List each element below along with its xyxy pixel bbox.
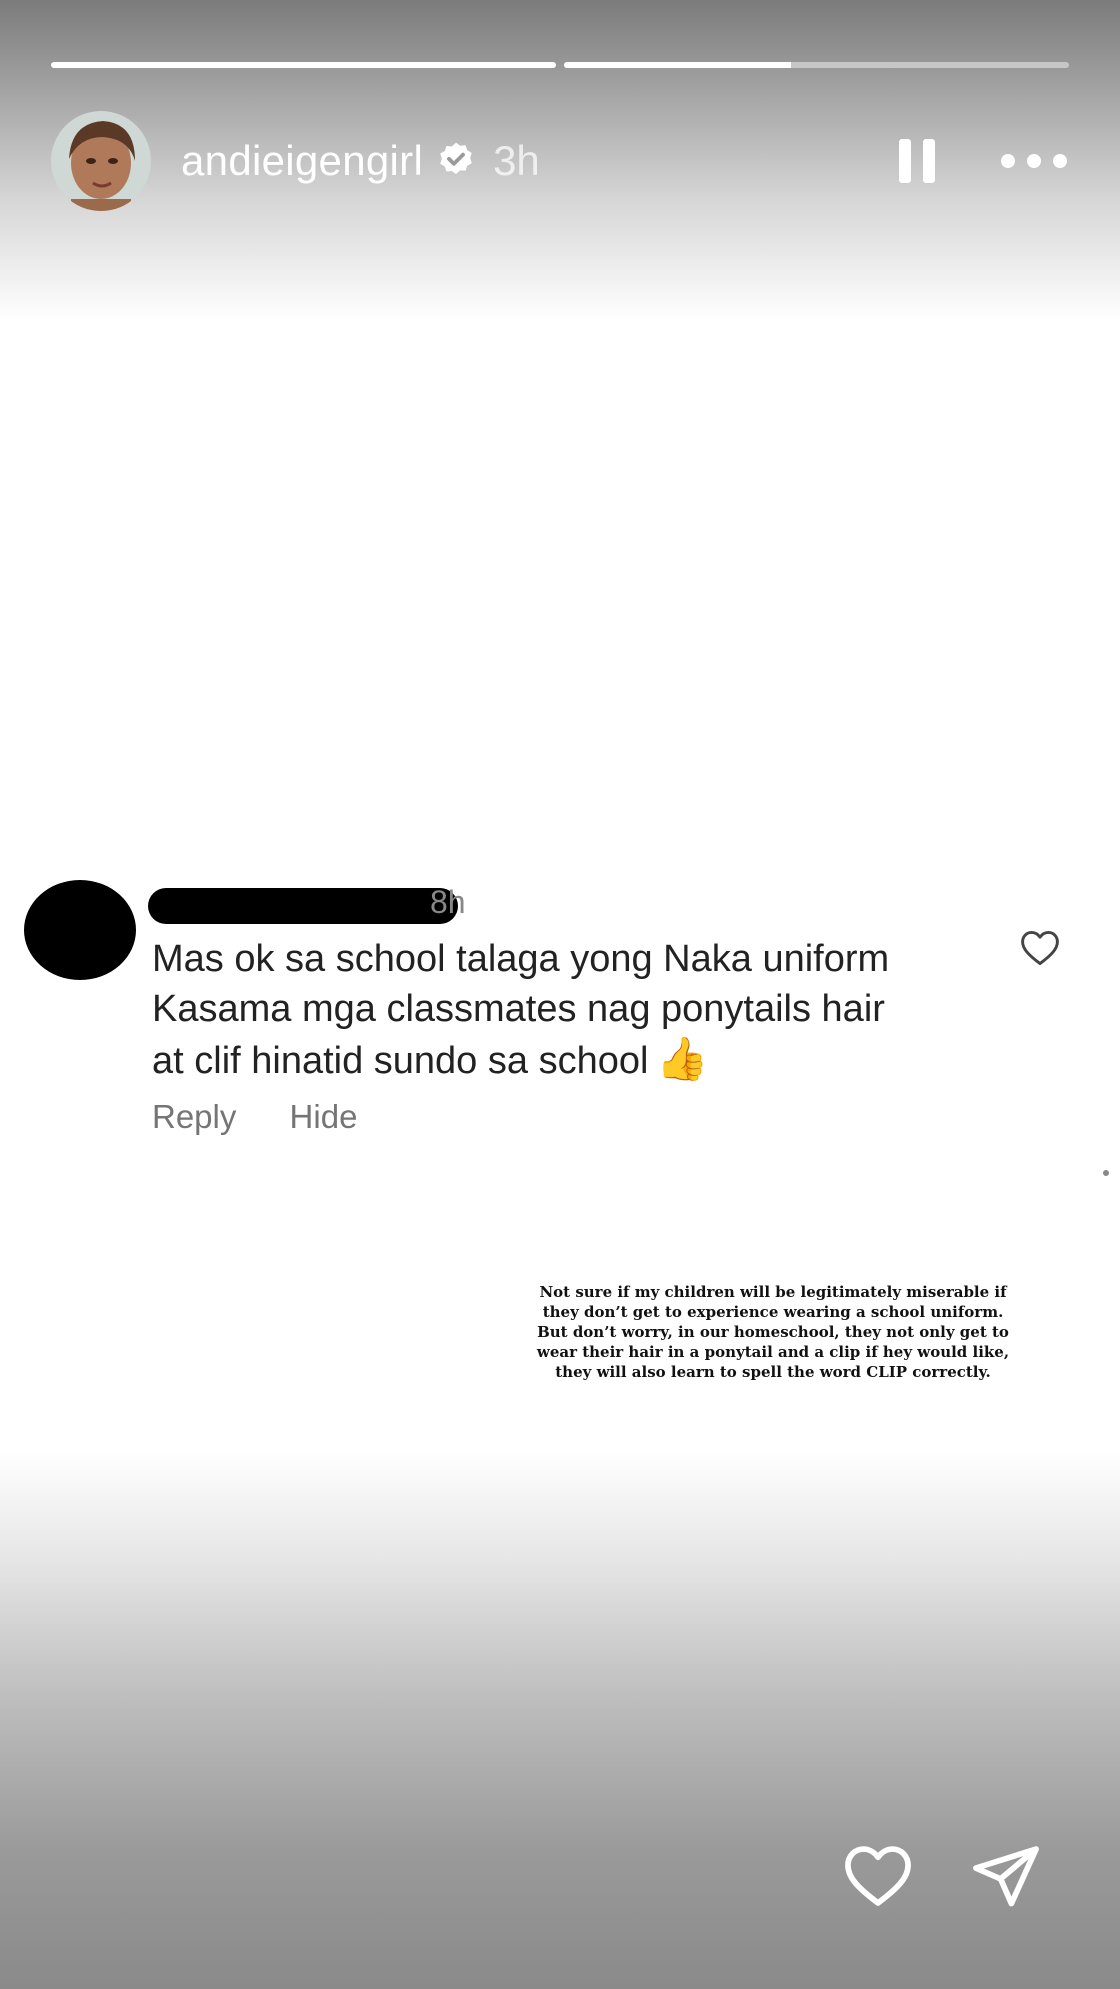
comment-line: Kasama mga classmates nag ponytails hair xyxy=(152,988,885,1030)
username[interactable]: andieigengirl xyxy=(181,137,423,185)
comment-heart-icon[interactable] xyxy=(1018,926,1062,970)
comment-time: 8h xyxy=(430,884,466,920)
heart-icon[interactable] xyxy=(838,1838,918,1914)
progress-segment xyxy=(51,62,556,68)
caption-line: wear their hair in a ponytail and a clip… xyxy=(536,1343,1010,1361)
comment-text: Mas ok sa school talaga yong Naka unifor… xyxy=(152,934,952,1086)
avatar-image xyxy=(51,111,151,211)
progress-fill xyxy=(564,62,792,68)
story-viewer: andieigengirl 3h 8h Mas ok sa school tal… xyxy=(0,0,1120,1989)
avatar[interactable] xyxy=(51,111,151,211)
comment: 8h Mas ok sa school talaga yong Naka uni… xyxy=(0,870,1120,1135)
caption-line: Not sure if my children will be legitima… xyxy=(539,1283,1007,1301)
hide-button[interactable]: Hide xyxy=(290,1098,358,1135)
send-icon[interactable] xyxy=(966,1838,1046,1914)
pause-icon[interactable] xyxy=(893,137,941,185)
story-progress xyxy=(51,62,1069,68)
story-caption: Not sure if my children will be legitima… xyxy=(528,1282,1018,1382)
decorative-dot xyxy=(1103,1170,1109,1176)
reply-button[interactable]: Reply xyxy=(152,1098,236,1135)
progress-segment xyxy=(564,62,1069,68)
more-options-icon[interactable] xyxy=(999,147,1069,175)
post-time: 3h xyxy=(493,137,540,184)
verified-badge-icon xyxy=(440,142,472,175)
caption-line: they will also learn to spell the word C… xyxy=(555,1363,991,1381)
story-header: andieigengirl 3h xyxy=(51,110,1069,212)
comment-line: Mas ok sa school talaga yong Naka unifor… xyxy=(152,938,890,980)
caption-line: they don’t get to experience wearing a s… xyxy=(542,1303,1004,1321)
comment-avatar-redacted xyxy=(24,880,136,980)
comment-username-redacted xyxy=(148,888,458,924)
progress-fill xyxy=(51,62,556,68)
comment-actions: Reply Hide xyxy=(152,1098,401,1136)
caption-line: But don’t worry, in our homeschool, they… xyxy=(537,1323,1009,1341)
comment-line: at clif hinatid sundo sa school xyxy=(152,1040,649,1082)
thumbs-up-emoji: 👍 xyxy=(656,1035,709,1082)
